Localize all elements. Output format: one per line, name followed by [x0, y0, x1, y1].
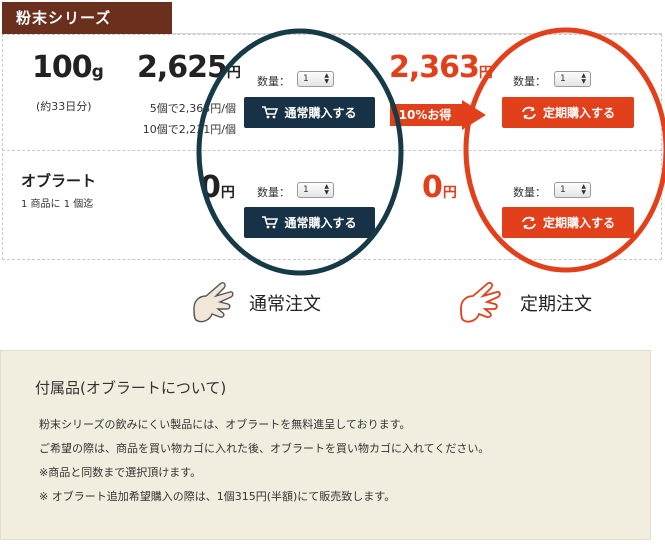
subscription-price-unit: 円 [478, 65, 493, 81]
oblate-name: オブラート [21, 172, 97, 190]
bulk-price-10: 10個で2,231円/個 [142, 123, 236, 136]
product-weight: 100g [32, 50, 104, 85]
select-arrows-icon: ▲ ▼ [324, 72, 329, 85]
subscription-price: 2,363円 [389, 50, 493, 85]
qty-label: 数量： [513, 186, 546, 199]
select-arrows-icon: ▲ ▼ [581, 183, 586, 196]
oblate-normal-purchase-button[interactable]: 通常購入する [244, 207, 375, 238]
qty-label: 数量： [257, 75, 290, 88]
normal-order-caption: 通常注文 [249, 294, 321, 315]
subscription-purchase-button[interactable]: 定期購入する [502, 97, 634, 128]
bulk-price-5: 5個で2,363円/個 [149, 102, 236, 115]
cart-icon [262, 216, 279, 229]
oblate-normal-purchase-label: 通常購入する [284, 216, 357, 230]
oblate-sub-price-value: 0 [422, 170, 443, 205]
subscription-purchase-label: 定期購入する [542, 106, 615, 120]
select-arrows-icon: ▲ ▼ [581, 72, 586, 85]
info-line: ※商品と同数まで選択頂けます。 [39, 466, 202, 479]
select-arrows-icon: ▲ ▼ [324, 183, 329, 196]
normal-price-unit: 円 [226, 65, 241, 81]
pointing-hand-icon [460, 281, 501, 323]
qty-select-oblate-sub[interactable]: 1 ▲ ▼ [554, 182, 591, 198]
accessory-info-box: 付属品(オブラートについて) 粉末シリーズの飲みにくい製品には、オブラートを無料… [0, 350, 651, 540]
oblate-limit-note: 1 商品に 1 個迄 [21, 199, 94, 210]
info-line: ご希望の際は、商品を買い物カゴに入れた後、オブラートを買い物カゴに入れてください… [39, 442, 490, 455]
qty-select-product-sub[interactable]: 1 ▲ ▼ [554, 71, 591, 87]
qty-value: 1 [303, 185, 309, 195]
refresh-icon [522, 216, 536, 229]
info-title: 付属品(オブラートについて) [35, 379, 227, 397]
discount-badge: 10%お得 [390, 100, 486, 130]
qty-value: 1 [560, 74, 566, 84]
series-tab: 粉末シリーズ [2, 2, 172, 34]
normal-price-value: 2,625 [137, 50, 228, 85]
info-line: 粉末シリーズの飲みにくい製品には、オブラートを無料進呈しております。 [39, 418, 411, 431]
oblate-normal-price-value: 0 [200, 170, 221, 205]
normal-price: 2,625円 [137, 50, 241, 85]
oblate-normal-price-unit: 円 [220, 185, 235, 201]
discount-text: 10%お得 [398, 108, 452, 122]
row-divider [2, 150, 662, 151]
product-weight-value: 100 [32, 50, 93, 85]
product-weight-unit: g [91, 62, 104, 82]
pointing-hand-icon [193, 282, 234, 323]
qty-select-oblate-normal[interactable]: 1 ▲ ▼ [297, 182, 334, 198]
info-line: ※ オブラート追加希望購入の際は、1個315円(半額)にて販売致します。 [39, 490, 396, 503]
qty-value: 1 [560, 185, 566, 195]
cart-icon [262, 106, 279, 119]
refresh-icon [522, 106, 536, 119]
qty-select-product-normal[interactable]: 1 ▲ ▼ [297, 71, 334, 87]
oblate-normal-price: 0円 [200, 170, 235, 205]
subscription-price-value: 2,363 [389, 50, 480, 85]
qty-value: 1 [303, 74, 309, 84]
qty-label: 数量： [257, 186, 290, 199]
normal-purchase-label: 通常購入する [284, 106, 357, 120]
subscription-order-caption: 定期注文 [520, 294, 592, 315]
oblate-subscription-purchase-button[interactable]: 定期購入する [502, 207, 634, 238]
oblate-sub-price-unit: 円 [442, 185, 457, 201]
normal-purchase-button[interactable]: 通常購入する [244, 97, 375, 128]
oblate-subscription-purchase-label: 定期購入する [542, 216, 615, 230]
qty-label: 数量： [513, 75, 546, 88]
oblate-subscription-price: 0円 [422, 170, 457, 205]
